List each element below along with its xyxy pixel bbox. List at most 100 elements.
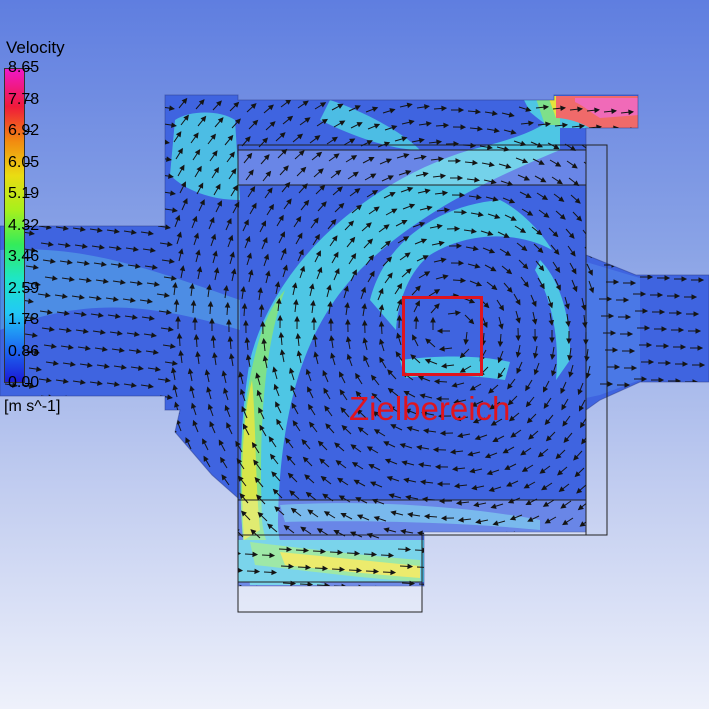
velocity-vector-head bbox=[169, 564, 175, 570]
velocity-vector-head bbox=[661, 173, 668, 179]
velocity-vector-head bbox=[137, 127, 143, 133]
velocity-vector bbox=[205, 473, 213, 485]
velocity-vector-head bbox=[86, 430, 92, 436]
velocity-vector-head bbox=[560, 565, 567, 572]
velocity-vector-head bbox=[607, 228, 614, 234]
velocity-vector bbox=[688, 568, 702, 571]
velocity-vector-head bbox=[62, 140, 68, 146]
velocity-vector-head bbox=[644, 172, 651, 178]
velocity-vector bbox=[673, 124, 686, 127]
velocity-vector bbox=[90, 160, 103, 164]
velocity-vector-head bbox=[152, 417, 158, 423]
legend-tick-mark bbox=[25, 383, 32, 384]
velocity-vector bbox=[690, 125, 703, 128]
velocity-vector-head bbox=[682, 208, 689, 214]
velocity-vector-head bbox=[696, 106, 703, 113]
velocity-vector-head bbox=[626, 399, 633, 405]
velocity-vector-head bbox=[13, 467, 19, 473]
velocity-vector-head bbox=[610, 177, 617, 183]
velocity-vector-head bbox=[138, 587, 142, 591]
velocity-vector-head bbox=[468, 535, 474, 541]
velocity-vector-head bbox=[629, 195, 636, 201]
velocity-vector bbox=[618, 554, 632, 557]
target-region-label: Zielbereich bbox=[349, 390, 511, 427]
velocity-vector-head bbox=[152, 111, 158, 117]
velocity-vector bbox=[623, 589, 635, 590]
velocity-vector-head bbox=[66, 174, 72, 180]
velocity-vector bbox=[200, 525, 210, 536]
velocity-vector-head bbox=[222, 491, 229, 498]
velocity-vector-head bbox=[201, 548, 208, 555]
legend-tick-label: 6.05 bbox=[8, 153, 40, 171]
velocity-vector bbox=[72, 533, 85, 537]
velocity-vector bbox=[176, 549, 190, 552]
velocity-vector bbox=[127, 111, 140, 115]
velocity-vector-head bbox=[492, 568, 499, 575]
velocity-vector-head bbox=[594, 567, 601, 574]
velocity-vector-head bbox=[696, 260, 703, 266]
velocity-vector bbox=[113, 212, 126, 216]
velocity-vector-head bbox=[118, 109, 124, 115]
velocity-vector bbox=[7, 485, 20, 489]
legend-tick-label: 4.32 bbox=[8, 216, 40, 234]
velocity-vector-head bbox=[614, 211, 621, 217]
velocity-vector-head bbox=[554, 536, 561, 542]
velocity-vector bbox=[24, 180, 37, 184]
velocity-vector bbox=[25, 571, 38, 575]
velocity-vector-head bbox=[84, 566, 90, 572]
velocity-vector bbox=[606, 588, 618, 589]
velocity-vector-head bbox=[32, 179, 38, 185]
velocity-vector-head bbox=[675, 225, 682, 231]
velocity-vector-head bbox=[586, 147, 593, 153]
velocity-vector-head bbox=[84, 107, 90, 113]
velocity-vector-head bbox=[609, 551, 616, 558]
velocity-vector bbox=[129, 434, 142, 438]
velocity-vector bbox=[654, 566, 668, 569]
velocity-vector bbox=[156, 446, 169, 450]
velocity-vector-head bbox=[678, 174, 685, 180]
velocity-vector bbox=[139, 146, 152, 150]
velocity-vector bbox=[93, 109, 106, 113]
velocity-vector-head bbox=[677, 242, 684, 248]
velocity-vector-head bbox=[664, 581, 671, 586]
velocity-vector-head bbox=[631, 587, 635, 591]
velocity-vector-head bbox=[169, 411, 175, 417]
velocity-vector bbox=[77, 499, 90, 503]
velocity-vector bbox=[170, 454, 177, 466]
velocity-vector bbox=[59, 413, 72, 417]
velocity-vector-head bbox=[120, 432, 126, 438]
velocity-vector bbox=[61, 124, 74, 128]
velocity-vector-head bbox=[680, 191, 687, 197]
velocity-vector bbox=[79, 210, 92, 214]
velocity-vector bbox=[42, 106, 55, 110]
velocity-vector-head bbox=[674, 446, 681, 452]
velocity-vector bbox=[127, 570, 140, 574]
velocity-vector-head bbox=[643, 240, 650, 246]
flow-domain bbox=[0, 94, 709, 613]
velocity-vector bbox=[140, 537, 153, 541]
velocity-vector-head bbox=[164, 445, 170, 451]
velocity-vector-head bbox=[152, 570, 158, 576]
velocity-vector bbox=[79, 516, 92, 520]
velocity-vector-head bbox=[132, 161, 138, 167]
velocity-vector bbox=[94, 500, 107, 504]
velocity-vector-head bbox=[168, 479, 174, 485]
velocity-vector-head bbox=[47, 156, 53, 162]
velocity-vector bbox=[188, 472, 196, 484]
velocity-vector bbox=[96, 211, 109, 215]
velocity-vector-head bbox=[130, 450, 136, 456]
legend-tick-mark bbox=[25, 225, 32, 227]
velocity-vector bbox=[585, 178, 596, 188]
velocity-vector bbox=[8, 570, 21, 574]
velocity-vector-head bbox=[115, 466, 121, 472]
velocity-vector-head bbox=[644, 478, 651, 484]
velocity-vector bbox=[78, 125, 91, 129]
velocity-vector bbox=[45, 514, 58, 518]
velocity-vector-head bbox=[646, 495, 653, 501]
velocity-vector bbox=[90, 466, 103, 470]
velocity-vector-head bbox=[662, 564, 669, 571]
velocity-vector bbox=[450, 568, 464, 571]
velocity-vector-head bbox=[167, 547, 173, 553]
velocity-vector-head bbox=[662, 258, 669, 264]
velocity-vector bbox=[448, 551, 462, 554]
